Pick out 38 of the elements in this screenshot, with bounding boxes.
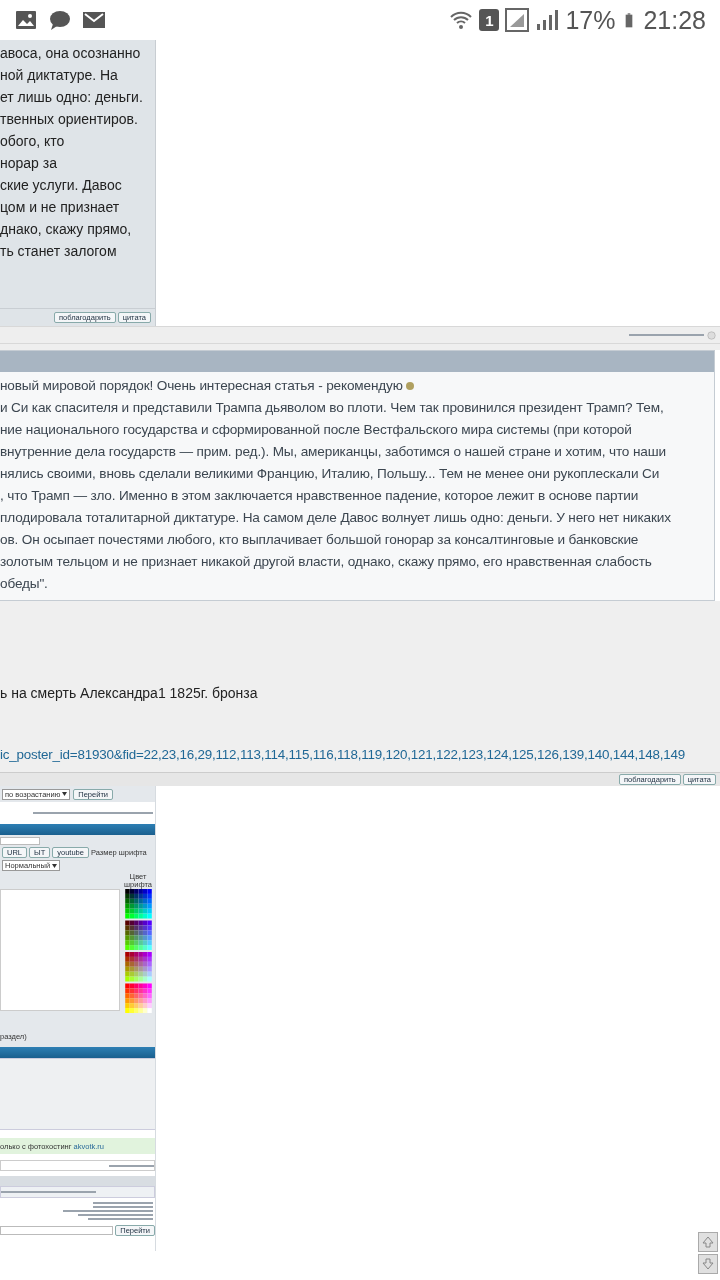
quote-text-line: нялись своими, вновь сделали великими Францию, Италию, Польшу... Тем не менее они рукоплескали Си: [0, 465, 661, 483]
image-icon: [14, 8, 38, 32]
quote-text-line: плодировала тоталитарной диктатуре. На самом деле Давос волнует лишь одно: деньги. У него нет никаких: [0, 509, 672, 527]
quote-text-line: ов. Он осыпает почестями любого, кто выплачивает большой гонорар за консалтинговые и банковские: [0, 531, 640, 549]
sim-badge: 1: [479, 9, 500, 31]
forum-jump-select[interactable]: [0, 1226, 114, 1235]
quote-text-line: обеды".: [0, 575, 49, 593]
post-text-line: ские услуги. Давос: [0, 176, 123, 195]
post-text-line: авоса, она осознанно: [0, 44, 142, 63]
scroll-down-icon[interactable]: [698, 1254, 718, 1274]
smiley-icon: [405, 382, 414, 391]
chat-bubble-icon: [48, 8, 72, 32]
blurred-text-drawing: [109, 1164, 154, 1167]
clock-time: 21:28: [643, 5, 706, 35]
battery-percent: 17%: [565, 5, 616, 35]
post-text-line: твенных ориентиров.: [0, 110, 139, 129]
caret-icon: [62, 792, 68, 796]
subject-field[interactable]: [0, 837, 40, 845]
message-text: ь на смерть Александра1 1825г. бронза: [0, 684, 259, 703]
post-text-line: ной диктатуре. На: [0, 66, 119, 85]
post-text-line: ть станет залогом: [0, 242, 118, 261]
quote-text-line: , что Трамп — зло. Именно в этом заключается нравственное падение, которое лежит в основе партии: [0, 487, 640, 505]
quote-text-line: внутренние дела государств — прим. ред.). Мы, американцы, заботимся о нашей стране и хотим, что наши: [0, 443, 667, 461]
signal-icon: [505, 8, 530, 32]
quote-text-line: ние национального государства и сформированной после Вестфальского мира системы (при которой: [0, 421, 633, 439]
post-text-line: днако, скажу прямо,: [0, 220, 133, 239]
scroll-up-icon[interactable]: [698, 1232, 718, 1252]
quote-text-line: и Си как спасителя и представили Трампа дьяволом во плоти. Чем так провинился президент Трамп? Тем,: [0, 399, 665, 417]
post-text-line: обого, кто: [0, 132, 66, 151]
caret-icon: [52, 863, 58, 868]
message-link[interactable]: ic_poster_id=81930&fid=22,23,16,29,112,113,114,115,116,118,119,120,121,122,123,124,125,126,139,140,144,148,149: [0, 747, 686, 762]
quote-text-line: новый мировой порядок! Очень интересная статья - рекомендую: [0, 375, 714, 397]
quote-text-line: золотым тельцом и не признает никакой другой власти, однако, скажу прямо, его нравственная слабость: [0, 553, 653, 571]
post-text-line: ет лишь одно: деньги.: [0, 88, 144, 107]
color-palette[interactable]: [124, 889, 152, 1013]
post-text-line: цом и не признает: [0, 198, 121, 217]
signal-bars-icon: [535, 8, 560, 32]
post-text-line: норар за: [0, 154, 58, 173]
